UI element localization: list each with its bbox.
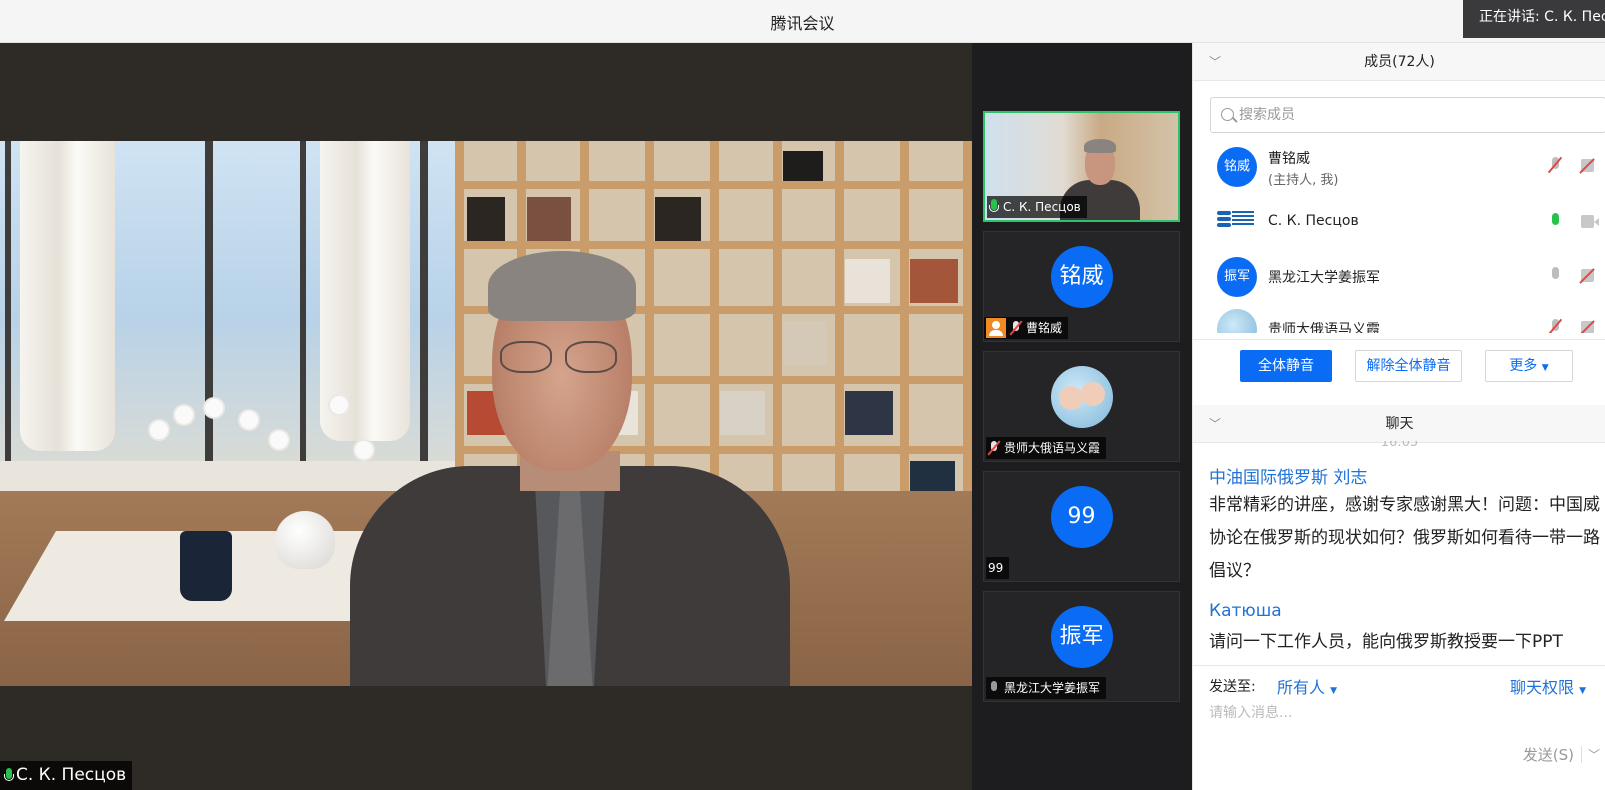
members-header[interactable]: ﹀ 成员(72人) (1193, 43, 1605, 81)
member-name: 黑龙江大学姜振军 (1268, 270, 1380, 286)
chat-compose: 发送至: 所有人 ▼ 聊天权限 ▼ 发送(S) ﹀ (1193, 665, 1605, 790)
send-to-value: 所有人 (1277, 678, 1326, 697)
chevron-down-icon[interactable]: ﹀ (1209, 43, 1221, 81)
mic-icon[interactable] (1549, 267, 1561, 285)
avatar (1050, 366, 1113, 428)
unmute-all-button[interactable]: 解除全体静音 (1355, 350, 1462, 382)
mute-all-button[interactable]: 全体静音 (1240, 350, 1332, 382)
chat-sender: Катюша (1209, 601, 1282, 621)
member-row[interactable]: 振军 黑龙江大学姜振军 (1193, 253, 1605, 305)
member-row[interactable]: 铭威 曹铭威 (主持人, 我) (1193, 143, 1605, 195)
chat-message: 非常精彩的讲座，感谢专家感谢黑大！问题：中国威协论在俄罗斯的现状如何？俄罗斯如何… (1209, 495, 1600, 581)
chevron-down-icon[interactable]: ﹀ (1580, 746, 1600, 763)
avatar: 铭威 (1050, 246, 1113, 308)
thumbnail-label: 黑龙江大学姜振军 (986, 677, 1107, 699)
camera-off-icon[interactable] (1581, 159, 1599, 172)
title-bar: 腾讯会议 正在讲话: С. К. Пес (0, 0, 1605, 43)
speaker-person (350, 251, 790, 686)
app-title: 腾讯会议 (770, 14, 835, 33)
member-role: (主持人, 我) (1268, 173, 1339, 188)
mic-on-icon (4, 767, 14, 784)
thumbnail-name: 99 (988, 561, 1004, 575)
side-panel: ﹀ 成员(72人) 铭威 曹铭威 (主持人, 我) С. К. Песцов 振… (1192, 43, 1605, 790)
avatar: 振军 (1217, 257, 1257, 297)
search-input[interactable] (1239, 98, 1599, 132)
more-button[interactable]: 更多 ▼ (1485, 350, 1573, 382)
member-row[interactable]: 贵师大俄语马义霞 (1193, 305, 1605, 333)
search-icon (1221, 108, 1234, 121)
chat-timestamp: 16:05 (1380, 441, 1419, 450)
speaking-indicator: 正在讲话: С. К. Пес (1463, 0, 1605, 38)
thumbnail-label: С. К. Песцов (987, 196, 1087, 218)
avatar (1217, 309, 1257, 333)
curtain-left (20, 141, 115, 451)
member-name: 贵师大俄语马义霞 (1268, 322, 1380, 333)
chevron-down-icon[interactable]: ﹀ (1209, 405, 1221, 443)
members-title: 成员(72人) (1364, 54, 1435, 70)
chat-permission-dropdown[interactable]: 聊天权限 ▼ (1510, 674, 1586, 698)
speaker-name-tag: С. К. Песцов (0, 761, 133, 790)
member-name: С. К. Песцов (1268, 213, 1359, 229)
camera-icon[interactable] (1581, 215, 1599, 228)
chat-header[interactable]: ﹀ 聊天 (1193, 405, 1605, 443)
send-to-label: 发送至: (1209, 679, 1256, 695)
university-logo-icon (1217, 207, 1257, 235)
send-button[interactable]: 发送(S) (1523, 744, 1574, 765)
mic-active-icon[interactable] (1549, 213, 1561, 231)
thumbnail-avatar[interactable]: 99 99 (983, 471, 1180, 582)
avatar: 振军 (1050, 606, 1113, 668)
mic-on-icon (989, 199, 999, 215)
more-label: 更多 (1509, 358, 1538, 374)
avatar: 铭威 (1217, 147, 1257, 187)
chat-sender: 中油国际俄罗斯 刘志 (1209, 468, 1368, 488)
chat-permission-label: 聊天权限 (1509, 678, 1574, 697)
thumbnail-avatar[interactable]: 铭威 曹铭威 (983, 231, 1180, 342)
main-video[interactable]: С. К. Песцов (0, 43, 972, 790)
thumbnail-name: 贵师大俄语马义霞 (1004, 441, 1101, 455)
send-to-dropdown[interactable]: 所有人 ▼ (1277, 674, 1337, 698)
blue-vase (180, 531, 232, 601)
mic-muted-icon (1010, 320, 1022, 336)
caret-down-icon: ▼ (1579, 686, 1586, 696)
thumbnail-name: 曹铭威 (1026, 321, 1063, 335)
speaker-name: С. К. Песцов (16, 765, 127, 785)
mic-icon (988, 680, 1000, 696)
white-vase (275, 511, 335, 569)
thumbnail-name: С. К. Песцов (1003, 200, 1081, 214)
mic-muted-icon[interactable] (1549, 319, 1561, 333)
thumbnail-label: 贵师大俄语马义霞 (986, 437, 1107, 459)
member-name: 曹铭威 (1268, 151, 1310, 167)
avatar: 99 (1050, 486, 1113, 548)
video-scene (0, 141, 972, 686)
thumbnail-photo[interactable]: 贵师大俄语马义霞 (983, 351, 1180, 462)
member-actions: 全体静音 解除全体静音 更多 ▼ (1193, 339, 1605, 405)
thumbnail-video[interactable]: С. К. Песцов (983, 111, 1180, 222)
chat-input[interactable] (1209, 702, 1589, 742)
chat-title: 聊天 (1385, 416, 1414, 432)
caret-down-icon: ▼ (1541, 363, 1549, 373)
camera-off-icon[interactable] (1581, 269, 1599, 282)
camera-off-icon[interactable] (1581, 321, 1599, 333)
member-search[interactable] (1210, 97, 1605, 133)
thumbnail-label: 99 (986, 557, 1010, 579)
chat-messages[interactable]: 16:05 中油国际俄罗斯 刘志 非常精彩的讲座，感谢专家感谢黑大！问题：中国威… (1193, 441, 1605, 666)
chat-message: 请问一下工作人员，能向俄罗斯教授要一下PPT (1209, 632, 1563, 652)
participant-thumbnails: С. К. Песцов 铭威 曹铭威 贵师大俄语马义霞 99 99 振军 黑龙… (972, 43, 1192, 790)
mic-muted-icon[interactable] (1549, 157, 1561, 175)
mic-muted-icon (988, 440, 1000, 456)
thumbnail-label: 曹铭威 (984, 317, 1069, 339)
caret-down-icon: ▼ (1330, 686, 1338, 696)
thumbnail-avatar[interactable]: 振军 黑龙江大学姜振军 (983, 591, 1180, 702)
host-icon (986, 318, 1006, 338)
thumbnail-name: 黑龙江大学姜振军 (1004, 681, 1101, 695)
member-row[interactable]: С. К. Песцов (1193, 199, 1605, 251)
